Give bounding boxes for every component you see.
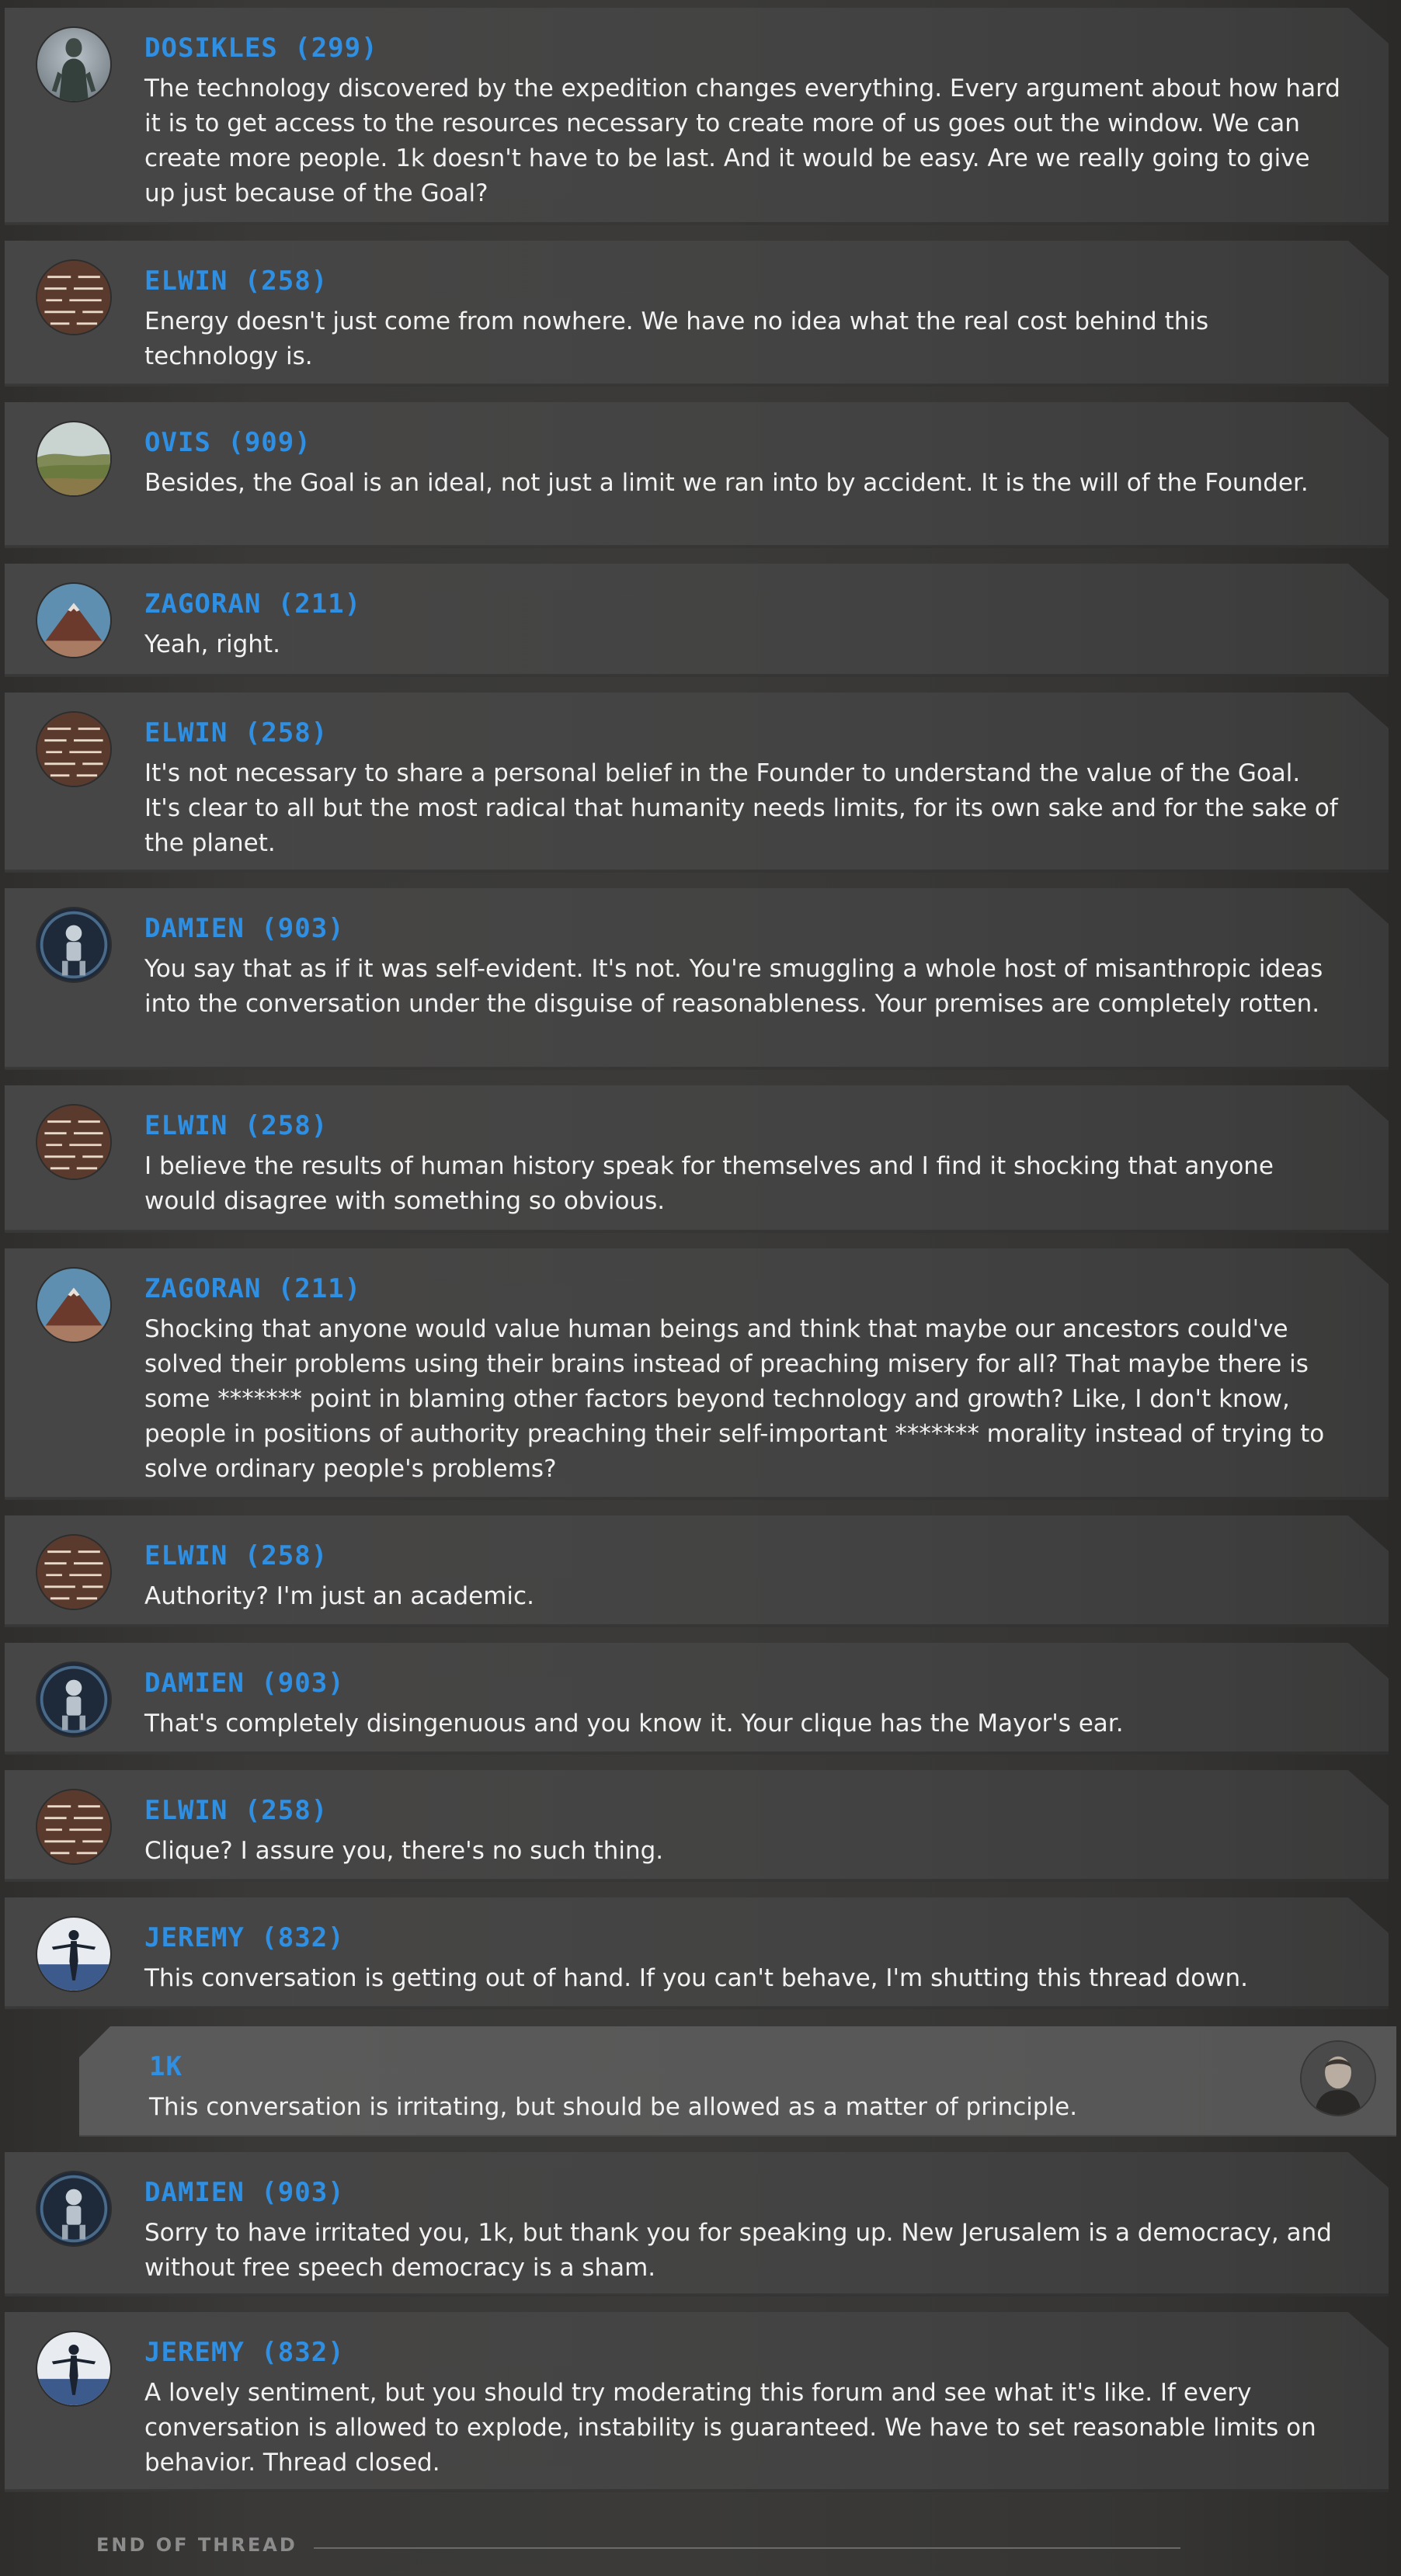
portrait-avatar[interactable] [1300, 2040, 1376, 2116]
circuit-avatar[interactable] [36, 1104, 112, 1180]
message-card: ELWIN (258) I believe the results of hum… [5, 1085, 1389, 1233]
figure-avatar[interactable] [36, 2331, 112, 2407]
message-text: This conversation is irritating, but sho… [149, 2093, 1078, 2121]
message-text: Clique? I assure you, there's no such th… [144, 1837, 664, 1865]
author-name[interactable]: ELWIN (258) [144, 1795, 328, 1826]
message-text: It's not necessary to share a personal b… [144, 759, 1338, 857]
message-text: A lovely sentiment, but you should try m… [144, 2379, 1316, 2477]
end-of-thread-label: END OF THREAD [96, 2534, 297, 2556]
robot-avatar[interactable] [36, 2171, 112, 2247]
author-name[interactable]: JEREMY (832) [144, 1922, 345, 1953]
circuit-avatar[interactable] [36, 711, 112, 787]
message-card: JEREMY (832) This conversation is gettin… [5, 1897, 1389, 2009]
message-text: Besides, the Goal is an ideal, not just … [144, 469, 1309, 497]
author-name[interactable]: ZAGORAN (211) [144, 588, 361, 620]
author-name[interactable]: DAMIEN (903) [144, 913, 345, 944]
message-text: Authority? I'm just an academic. [144, 1582, 534, 1610]
circuit-avatar[interactable] [36, 1534, 112, 1610]
author-name[interactable]: DAMIEN (903) [144, 1668, 345, 1699]
message-card: ELWIN (258) Energy doesn't just come fro… [5, 241, 1389, 387]
message-card: ELWIN (258) Clique? I assure you, there'… [5, 1770, 1389, 1882]
message-card: DAMIEN (903) Sorry to have irritated you… [5, 2152, 1389, 2297]
author-name[interactable]: ELWIN (258) [144, 1110, 328, 1141]
message-text: The technology discovered by the expedit… [144, 75, 1340, 207]
footer-divider [314, 2547, 1180, 2549]
message-card: ELWIN (258) It's not necessary to share … [5, 693, 1389, 873]
author-name[interactable]: DAMIEN (903) [144, 2177, 345, 2208]
circuit-avatar[interactable] [36, 259, 112, 335]
mountain-avatar[interactable] [36, 1267, 112, 1343]
author-name[interactable]: ZAGORAN (211) [144, 1273, 361, 1304]
message-card: ZAGORAN (211) Yeah, right. [5, 564, 1389, 677]
author-name[interactable]: JEREMY (832) [144, 2337, 345, 2368]
message-text: Sorry to have irritated you, 1k, but tha… [144, 2219, 1332, 2282]
message-text: I believe the results of human history s… [144, 1152, 1274, 1215]
message-text: Shocking that anyone would value human b… [144, 1315, 1325, 1483]
landscape-avatar[interactable] [36, 421, 112, 497]
author-name: 1K [149, 2051, 183, 2082]
author-name[interactable]: ELWIN (258) [144, 717, 328, 748]
message-card: OVIS (909) Besides, the Goal is an ideal… [5, 402, 1389, 548]
message-text: You say that as if it was self-evident. … [144, 955, 1323, 1018]
circuit-avatar[interactable] [36, 1789, 112, 1865]
message-card: DOSIKLES (299) The technology discovered… [5, 8, 1389, 225]
message-card: ELWIN (258) Authority? I'm just an acade… [5, 1515, 1389, 1627]
author-name[interactable]: ELWIN (258) [144, 266, 328, 297]
statue-avatar[interactable] [36, 26, 112, 102]
author-name[interactable]: OVIS (909) [144, 427, 311, 458]
message-card: DAMIEN (903) You say that as if it was s… [5, 888, 1389, 1070]
own-message-card: 1K This conversation is irritating, but … [79, 2026, 1396, 2137]
message-card: ZAGORAN (211) Shocking that anyone would… [5, 1248, 1389, 1500]
robot-avatar[interactable] [36, 907, 112, 983]
message-card: DAMIEN (903) That's completely disingenu… [5, 1643, 1389, 1755]
author-name[interactable]: ELWIN (258) [144, 1540, 328, 1571]
robot-avatar[interactable] [36, 1661, 112, 1738]
message-text: Energy doesn't just come from nowhere. W… [144, 307, 1209, 370]
message-card: JEREMY (832) A lovely sentiment, but you… [5, 2312, 1389, 2492]
thread-footer: END OF THREAD [0, 2531, 1401, 2562]
figure-avatar[interactable] [36, 1916, 112, 1992]
message-text: That's completely disingenuous and you k… [144, 1710, 1124, 1738]
forum-thread: DOSIKLES (299) The technology discovered… [0, 0, 1401, 2576]
mountain-avatar[interactable] [36, 582, 112, 658]
message-text: Yeah, right. [144, 630, 280, 658]
message-text: This conversation is getting out of hand… [144, 1964, 1249, 1992]
author-name[interactable]: DOSIKLES (299) [144, 33, 378, 64]
